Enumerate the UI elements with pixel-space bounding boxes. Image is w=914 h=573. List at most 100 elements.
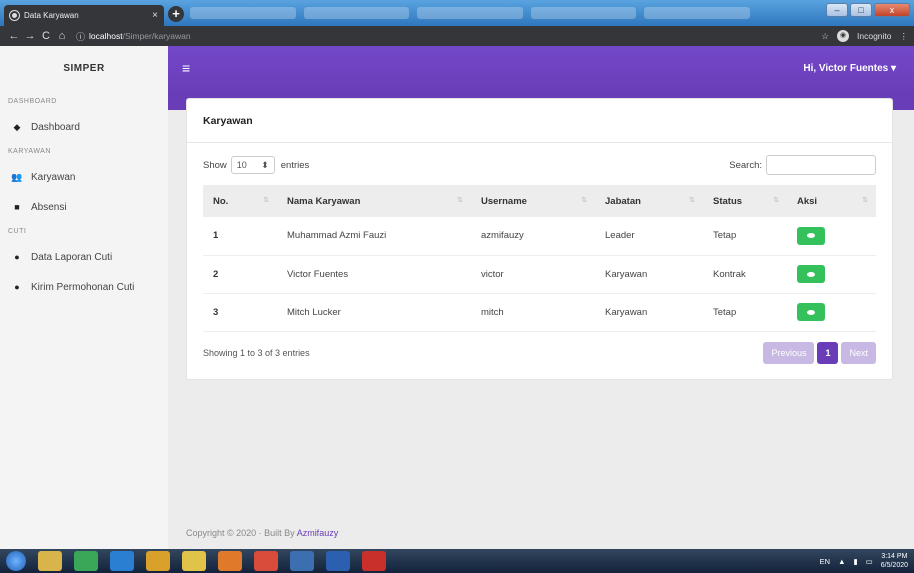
tray-expand-icon[interactable]: ▲ — [838, 557, 845, 566]
sublime-icon[interactable] — [146, 551, 170, 571]
home-icon[interactable]: ⌂ — [54, 30, 70, 42]
bookmark-star-icon[interactable]: ☆ — [821, 31, 829, 42]
column-header-aksi[interactable]: Aksi ⇅ — [787, 185, 876, 217]
browser-tab-active[interactable]: Data Karyawan × — [4, 5, 164, 26]
background-tab[interactable] — [530, 7, 637, 19]
entries-value: 10 — [236, 160, 247, 170]
close-window-button[interactable]: x — [874, 3, 910, 17]
cell-nama: Mitch Lucker — [277, 293, 471, 332]
column-header-label: Jabatan — [605, 195, 641, 207]
column-header-jabatan[interactable]: Jabatan ⇅ — [595, 185, 703, 217]
network-icon[interactable]: ▮ — [854, 557, 858, 566]
cell-no: 3 — [203, 293, 277, 332]
action-center-icon[interactable]: ▭ — [866, 557, 873, 566]
cell-status: Tetap — [703, 293, 787, 332]
info-icon[interactable]: ⓘ — [76, 30, 85, 43]
back-arrow-icon[interactable]: ← — [6, 30, 22, 42]
pagination: Previous 1 Next — [763, 341, 876, 364]
cell-aksi — [787, 293, 876, 332]
background-tab[interactable] — [190, 7, 296, 19]
circle-icon: ● — [14, 282, 20, 292]
column-header-no[interactable]: No. ⇅ — [203, 185, 277, 217]
column-header-status[interactable]: Status ⇅ — [703, 185, 787, 217]
vscode-icon[interactable] — [110, 551, 134, 571]
background-tab[interactable] — [303, 7, 410, 19]
tab-close-icon[interactable]: × — [152, 10, 158, 21]
browser-right-controls: ☆ ◉ Incognito ⋮ — [821, 30, 908, 42]
acrobat-icon[interactable] — [362, 551, 386, 571]
brand-title[interactable]: SIMPER — [0, 46, 168, 92]
os-taskbar: EN ▲ ▮ ▭ 3:14 PM 6/5/2020 — [0, 549, 914, 573]
cell-jabatan: Leader — [595, 217, 703, 256]
eye-icon — [807, 271, 815, 277]
pagination-previous[interactable]: Previous — [763, 341, 815, 364]
entries-select[interactable]: 10 ⬍ — [230, 156, 275, 174]
sidebar-item-karyawan[interactable]: 👥 Karyawan — [0, 162, 168, 192]
clock-date: 6/5/2020 — [880, 562, 908, 569]
background-tab[interactable] — [644, 7, 750, 19]
url-field[interactable]: ⓘ localhost/Simper/karyawan — [76, 30, 821, 43]
pagination-page-1[interactable]: 1 — [817, 341, 839, 364]
eye-icon — [807, 233, 815, 239]
top-navbar: ≡ Hi, Victor Fuentes ▾ — [168, 46, 914, 92]
app-icon[interactable] — [182, 551, 206, 571]
hamburger-menu-icon[interactable]: ≡ — [182, 60, 190, 76]
word-icon[interactable] — [326, 551, 350, 571]
chrome-favicon-icon — [10, 11, 19, 20]
forward-arrow-icon[interactable]: → — [22, 30, 38, 42]
view-button[interactable] — [797, 226, 825, 245]
cell-username: mitch — [471, 293, 595, 332]
cell-nama: Victor Fuentes — [277, 255, 471, 294]
column-header-label: Aksi — [797, 195, 818, 207]
book-icon: ■ — [14, 202, 20, 212]
column-header-nama[interactable]: Nama Karyawan ⇅ — [277, 185, 471, 217]
view-button[interactable] — [797, 265, 825, 283]
reload-icon[interactable]: C — [38, 30, 54, 42]
start-button-icon[interactable] — [6, 551, 26, 571]
select-arrows-icon: ⬍ — [261, 159, 269, 170]
view-button[interactable] — [797, 303, 825, 321]
cell-status: Tetap — [703, 217, 787, 256]
xampp-icon[interactable] — [218, 551, 242, 571]
entries-length-control: Show 10 ⬍ entries — [203, 156, 309, 174]
chrome-icon[interactable] — [254, 551, 278, 571]
sidebar-item-kirim-permohonan-cuti[interactable]: ● Kirim Permohonan Cuti — [0, 272, 168, 302]
maximize-button[interactable]: □ — [850, 3, 872, 17]
karyawan-card: Karyawan Show 10 ⬍ entries Search: No. ⇅… — [186, 98, 893, 380]
column-header-label: No. — [213, 195, 229, 207]
show-label: Show — [203, 159, 227, 171]
background-tab[interactable] — [417, 7, 523, 19]
table-info: Showing 1 to 3 of 3 entries — [203, 347, 310, 358]
cell-username: azmifauzy — [471, 217, 595, 256]
column-header-username[interactable]: Username ⇅ — [471, 185, 595, 217]
language-indicator[interactable]: EN — [820, 557, 830, 566]
sidebar-item-absensi[interactable]: ■ Absensi — [0, 192, 168, 222]
card-body: Show 10 ⬍ entries Search: No. ⇅ Nama Kar… — [187, 143, 892, 374]
new-tab-button[interactable]: + — [168, 6, 184, 22]
system-tray: EN ▲ ▮ ▭ 3:14 PM 6/5/2020 — [820, 552, 908, 570]
steam-icon[interactable] — [290, 551, 314, 571]
search-control: Search: — [729, 155, 876, 175]
table-row: 2 Victor Fuentes victor Karyawan Kontrak — [203, 255, 876, 294]
table-footer: Showing 1 to 3 of 3 entries Previous 1 N… — [203, 341, 876, 364]
sort-icon: ⇅ — [263, 197, 269, 204]
copyright-text: Copyright © 2020 · Built By — [186, 528, 297, 538]
footer-copyright: Copyright © 2020 · Built By Azmifauzy — [186, 528, 338, 538]
app-icon[interactable] — [74, 551, 98, 571]
pagination-next[interactable]: Next — [841, 341, 876, 364]
file-explorer-icon[interactable] — [38, 551, 62, 571]
sidebar-item-data-laporan-cuti[interactable]: ● Data Laporan Cuti — [0, 242, 168, 272]
search-input[interactable] — [766, 155, 876, 175]
sidebar-item-label: Karyawan — [31, 171, 76, 183]
users-icon: 👥 — [11, 171, 23, 182]
author-link[interactable]: Azmifauzy — [297, 528, 339, 538]
sort-icon: ⇅ — [773, 197, 779, 204]
sidebar-item-dashboard[interactable]: ◆ Dashboard — [0, 112, 168, 142]
system-clock[interactable]: 3:14 PM 6/5/2020 — [881, 552, 908, 570]
browser-menu-icon[interactable]: ⋮ — [900, 31, 909, 42]
clock-time: 3:14 PM — [881, 553, 908, 560]
user-menu-dropdown[interactable]: Hi, Victor Fuentes ▾ — [803, 63, 896, 74]
cell-nama: Muhammad Azmi Fauzi — [277, 217, 471, 256]
minimize-button[interactable]: – — [826, 3, 848, 17]
eye-icon — [807, 309, 815, 315]
